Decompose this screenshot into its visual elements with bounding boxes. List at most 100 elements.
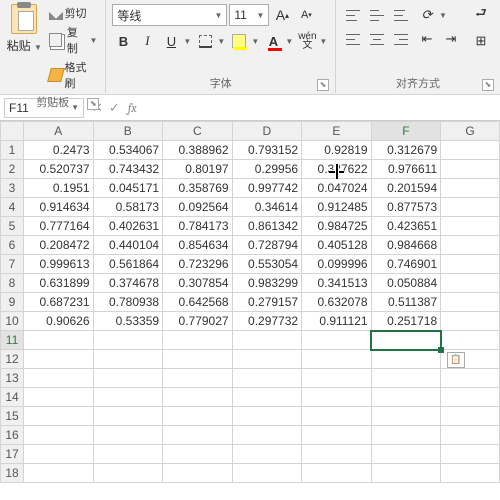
cell-D3[interactable]: 0.997742	[232, 179, 302, 198]
cell-D5[interactable]: 0.861342	[232, 217, 302, 236]
cell-D6[interactable]: 0.728794	[232, 236, 302, 255]
align-center-button[interactable]	[366, 28, 388, 50]
cell-E15[interactable]	[302, 407, 372, 426]
cell-B1[interactable]: 0.534067	[93, 141, 163, 160]
cell-F1[interactable]: 0.312679	[371, 141, 441, 160]
cell-G8[interactable]	[441, 274, 500, 293]
align-launcher[interactable]: ⬊	[482, 79, 494, 91]
phonetic-dropdown[interactable]: ▼	[318, 30, 328, 52]
fill-color-dropdown[interactable]: ▼	[250, 30, 260, 52]
cell-A9[interactable]: 0.687231	[24, 293, 94, 312]
cell-C9[interactable]: 0.642568	[163, 293, 233, 312]
cell-D4[interactable]: 0.34614	[232, 198, 302, 217]
align-right-button[interactable]	[390, 28, 412, 50]
cell-C12[interactable]	[163, 350, 233, 369]
align-bottom-button[interactable]	[390, 4, 412, 26]
cell-C14[interactable]	[163, 388, 233, 407]
fx-icon[interactable]: fx	[128, 101, 137, 115]
cell-D14[interactable]	[232, 388, 302, 407]
cell-B15[interactable]	[93, 407, 163, 426]
cell-G2[interactable]	[441, 160, 500, 179]
cell-E2[interactable]: 0.327622	[302, 160, 372, 179]
copy-button[interactable]: 复制 ▼	[47, 23, 100, 57]
cell-F6[interactable]: 0.984668	[371, 236, 441, 255]
col-header-G[interactable]: G	[441, 122, 500, 141]
cell-A15[interactable]	[24, 407, 94, 426]
cell-C17[interactable]	[163, 445, 233, 464]
cell-G10[interactable]	[441, 312, 500, 331]
row-header-8[interactable]: 8	[1, 274, 24, 293]
cell-C11[interactable]	[163, 331, 233, 350]
cell-D8[interactable]: 0.983299	[232, 274, 302, 293]
cell-B17[interactable]	[93, 445, 163, 464]
cell-A4[interactable]: 0.914634	[24, 198, 94, 217]
col-header-D[interactable]: D	[232, 122, 302, 141]
cell-C4[interactable]: 0.092564	[163, 198, 233, 217]
cell-E8[interactable]: 0.341513	[302, 274, 372, 293]
cell-C2[interactable]: 0.80197	[163, 160, 233, 179]
cell-E1[interactable]: 0.92819	[302, 141, 372, 160]
italic-button[interactable]: I	[136, 30, 158, 52]
cell-F16[interactable]	[371, 426, 441, 445]
cell-B9[interactable]: 0.780938	[93, 293, 163, 312]
cell-B8[interactable]: 0.374678	[93, 274, 163, 293]
row-header-5[interactable]: 5	[1, 217, 24, 236]
cell-D2[interactable]: 0.29956	[232, 160, 302, 179]
cell-B11[interactable]	[93, 331, 163, 350]
cell-C1[interactable]: 0.388962	[163, 141, 233, 160]
cell-B18[interactable]	[93, 464, 163, 483]
cell-A1[interactable]: 0.2473	[24, 141, 94, 160]
cell-A10[interactable]: 0.90626	[24, 312, 94, 331]
merge-button[interactable]: ⊞	[468, 30, 494, 52]
font-color-dropdown[interactable]: ▼	[284, 30, 294, 52]
cell-F14[interactable]	[371, 388, 441, 407]
cell-G16[interactable]	[441, 426, 500, 445]
cell-D15[interactable]	[232, 407, 302, 426]
bold-button[interactable]: B	[112, 30, 134, 52]
border-dropdown[interactable]: ▼	[216, 30, 226, 52]
cut-button[interactable]: 剪切	[47, 4, 100, 22]
cell-B10[interactable]: 0.53359	[93, 312, 163, 331]
cell-D11[interactable]	[232, 331, 302, 350]
font-color-button[interactable]: A	[262, 30, 284, 52]
cell-F2[interactable]: 0.976611	[371, 160, 441, 179]
row-header-2[interactable]: 2	[1, 160, 24, 179]
fill-color-button[interactable]	[228, 30, 250, 52]
cell-B7[interactable]: 0.561864	[93, 255, 163, 274]
cell-G14[interactable]	[441, 388, 500, 407]
cell-F12[interactable]	[371, 350, 441, 369]
col-header-A[interactable]: A	[24, 122, 94, 141]
enter-formula-button[interactable]: ✓	[109, 100, 120, 116]
cell-A12[interactable]	[24, 350, 94, 369]
cell-G1[interactable]	[441, 141, 500, 160]
formula-bar[interactable]	[143, 98, 500, 118]
cell-A11[interactable]	[24, 331, 94, 350]
row-header-18[interactable]: 18	[1, 464, 24, 483]
row-header-11[interactable]: 11	[1, 331, 24, 350]
cell-B13[interactable]	[93, 369, 163, 388]
cell-B5[interactable]: 0.402631	[93, 217, 163, 236]
cell-A6[interactable]: 0.208472	[24, 236, 94, 255]
cell-E18[interactable]	[302, 464, 372, 483]
cell-D17[interactable]	[232, 445, 302, 464]
cell-D16[interactable]	[232, 426, 302, 445]
row-header-14[interactable]: 14	[1, 388, 24, 407]
paste-options-button[interactable]: 📋	[447, 352, 465, 368]
cell-C18[interactable]	[163, 464, 233, 483]
cell-G11[interactable]	[441, 331, 500, 350]
col-header-F[interactable]: F	[371, 122, 441, 141]
phonetic-button[interactable]: wén文	[296, 30, 318, 52]
cell-C10[interactable]: 0.779027	[163, 312, 233, 331]
border-button[interactable]	[194, 30, 216, 52]
cell-D10[interactable]: 0.297732	[232, 312, 302, 331]
cell-C5[interactable]: 0.784173	[163, 217, 233, 236]
cell-C8[interactable]: 0.307854	[163, 274, 233, 293]
cell-G15[interactable]	[441, 407, 500, 426]
row-header-7[interactable]: 7	[1, 255, 24, 274]
cell-C6[interactable]: 0.854634	[163, 236, 233, 255]
cell-E7[interactable]: 0.099996	[302, 255, 372, 274]
underline-button[interactable]: U	[160, 30, 182, 52]
cell-E11[interactable]	[302, 331, 372, 350]
cell-E10[interactable]: 0.911121	[302, 312, 372, 331]
cell-E12[interactable]	[302, 350, 372, 369]
